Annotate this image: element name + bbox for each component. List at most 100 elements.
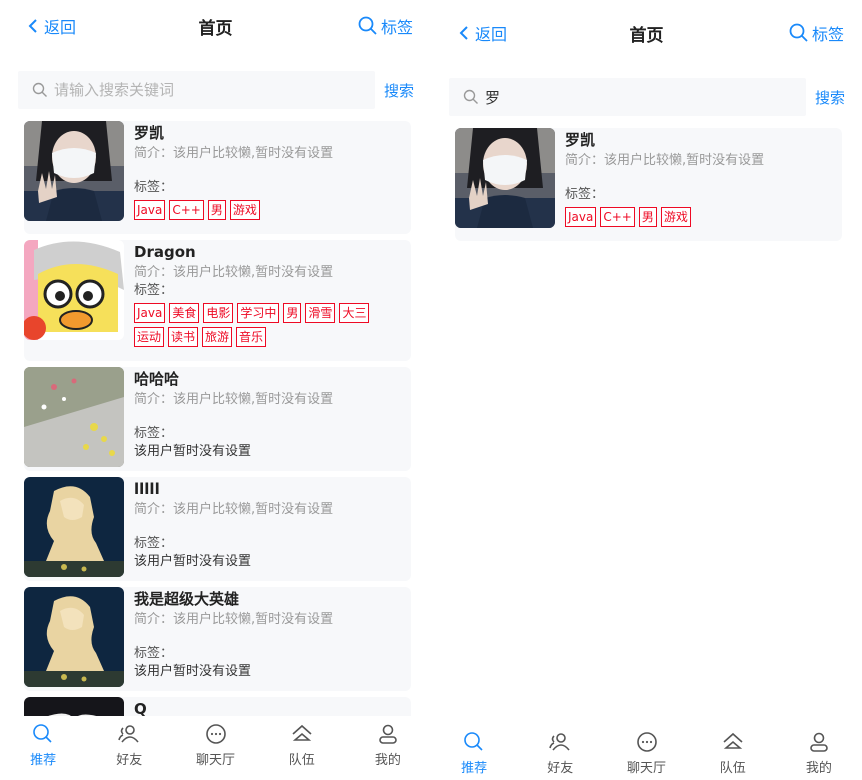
user-card-list: 罗凯简介：该用户比较懒,暂时没有设置 标签： Java C++ 男游戏 Dragon 简介：… [24, 121, 411, 780]
search-input[interactable] [485, 88, 806, 106]
avatar [24, 587, 124, 687]
tag-badge: 旅游 [202, 327, 233, 347]
tag-badge: C++ [600, 207, 635, 227]
user-card[interactable]: lllll 简介：该用户比较懒,暂时没有设置 标签： 该用户暂时没有设置 [24, 477, 411, 581]
tabbar-label: 聊天厅 [627, 761, 667, 776]
search-bar: 搜索 [18, 71, 423, 109]
back-label: 返回 [44, 18, 77, 37]
tabbar-label: 我的 [374, 753, 401, 768]
tag-label: 标签 [380, 18, 413, 37]
tags-label: 标签： [134, 536, 174, 551]
user-description: 简介：该用户比较懒,暂时没有设置 [565, 153, 765, 168]
nav-bar: 返回 首页 标签 [0, 2, 431, 52]
search-input[interactable] [54, 81, 375, 99]
tag-list: Java C++ 男游戏 [134, 200, 403, 224]
tabbar-item-search[interactable]: 推荐 [0, 716, 86, 780]
user-name: 哈哈哈 [134, 370, 180, 388]
tabbar-label: 队伍 [288, 753, 315, 768]
tag-badge: 电影 [203, 303, 234, 323]
tag-badge: 大三 [339, 303, 370, 323]
user-description: 简介：该用户比较懒,暂时没有设置 [134, 392, 334, 407]
search-field [449, 78, 806, 116]
tag-label: 标签 [811, 25, 844, 44]
tags-label: 标签： [134, 426, 174, 441]
user-card[interactable]: Dragon 简介：该用户比较懒,暂时没有设置 标签： Java 美食 电影 学习中男滑雪大… [24, 240, 411, 361]
tabbar-label: 队伍 [719, 761, 746, 776]
tag-badge: 游戏 [229, 200, 260, 220]
user-card[interactable]: 罗凯简介：该用户比较懒,暂时没有设置 标签： Java C++ 男游戏 [24, 121, 411, 234]
tags-label: 标签： [134, 646, 174, 661]
user-name: 罗凯 [134, 124, 165, 142]
tabbar-item-home[interactable]: 队伍 [259, 716, 345, 780]
user-description: 简介：该用户比较懒,暂时没有设置 [134, 502, 334, 517]
avatar [455, 128, 555, 228]
avatar [24, 240, 124, 340]
chevron-left-icon [459, 26, 468, 40]
tabbar-label: 推荐 [30, 753, 57, 768]
tag-search-button[interactable]: 标签 [789, 21, 844, 45]
user-name: lllll [134, 480, 160, 498]
search-field [18, 71, 375, 109]
tags-label: 标签： [134, 180, 174, 195]
tabbar-item-home[interactable]: 队伍 [690, 724, 776, 780]
tags-label: 标签： [134, 283, 174, 298]
search-button[interactable]: 搜索 [375, 80, 423, 101]
tag-badge: Java [565, 207, 597, 227]
home-icon [292, 724, 312, 741]
nav-bar: 返回 首页 标签 [431, 9, 862, 59]
back-button[interactable]: 返回 [28, 14, 76, 38]
screen-search-initial: 返回 首页 标签 搜索 罗凯简介：该用户比较懒,暂时没有设置标签： JavaC++… [0, 0, 431, 780]
user-description: 简介：该用户比较懒,暂时没有设置 [134, 146, 334, 161]
search-icon [358, 16, 377, 35]
tabbar-item-chat[interactable]: 聊天厅 [172, 716, 258, 780]
tag-badge: 美食 [169, 303, 200, 323]
tabbar-label: 我的 [805, 761, 832, 776]
tag-search-button[interactable]: 标签 [358, 14, 413, 38]
no-tags-text: 该用户暂时没有设置 [134, 554, 252, 569]
no-tags-text: 该用户暂时没有设置 [134, 444, 252, 459]
search-bar: 搜索 [449, 78, 854, 116]
back-button[interactable]: 返回 [459, 21, 507, 45]
screen-search-result: 返回 首页 标签 搜索 罗凯简介：该用户比较懒,暂时没有设置标签： JavaC++… [431, 0, 862, 780]
tabbar-item-user[interactable]: 我的 [345, 716, 431, 780]
search-icon [789, 23, 808, 42]
tabbar-label: 聊天厅 [196, 753, 236, 768]
tag-badge: 运动 [134, 327, 165, 347]
home-icon [723, 732, 743, 749]
user-description: 简介：该用户比较懒,暂时没有设置 [134, 612, 334, 627]
search-button[interactable]: 搜索 [806, 87, 854, 108]
user-name: 我是超级大英雄 [134, 590, 240, 608]
tabbar-item-friends[interactable]: 好友 [86, 716, 172, 780]
chat-icon [205, 724, 226, 744]
back-label: 返回 [475, 25, 508, 44]
friends-icon [549, 733, 570, 751]
user-card[interactable]: 哈哈哈简介：该用户比较懒,暂时没有设置 标签： 该用户暂时没有设置 [24, 367, 411, 471]
no-tags-text: 该用户暂时没有设置 [134, 664, 252, 679]
tag-list: Java C++ 男游戏 [565, 207, 834, 231]
tab-bar: 推荐 好友 聊天厅 队伍 我的 [431, 724, 862, 780]
tabbar-label: 好友 [547, 761, 574, 776]
user-icon [379, 724, 397, 744]
tabbar-label: 好友 [116, 753, 143, 768]
search-icon [463, 89, 478, 104]
tabbar-item-user[interactable]: 我的 [776, 724, 862, 780]
user-name: 罗凯 [565, 131, 596, 149]
tag-badge: 男 [638, 207, 657, 227]
tabbar-item-chat[interactable]: 聊天厅 [603, 724, 689, 780]
tabbar-label: 推荐 [461, 761, 488, 776]
chevron-left-icon [28, 19, 37, 33]
user-card[interactable]: 罗凯简介：该用户比较懒,暂时没有设置 标签： Java C++ 男游戏 [455, 128, 842, 241]
tag-badge: 音乐 [236, 327, 267, 347]
user-icon [810, 732, 828, 752]
tab-bar: 推荐 好友 聊天厅 队伍 我的 [0, 716, 431, 780]
tags-label: 标签： [565, 187, 605, 202]
tag-badge: 学习中 [237, 303, 280, 323]
tabbar-item-friends[interactable]: 好友 [517, 724, 603, 780]
chat-icon [636, 732, 657, 752]
tabbar-item-search[interactable]: 推荐 [431, 724, 517, 780]
search-icon [464, 732, 483, 751]
user-card[interactable]: 我是超级大英雄简介：该用户比较懒,暂时没有设置 标签： 该用户暂时没有设置 [24, 587, 411, 691]
search-icon [32, 82, 47, 97]
friends-icon [118, 725, 139, 743]
tag-badge: 滑雪 [305, 303, 336, 323]
